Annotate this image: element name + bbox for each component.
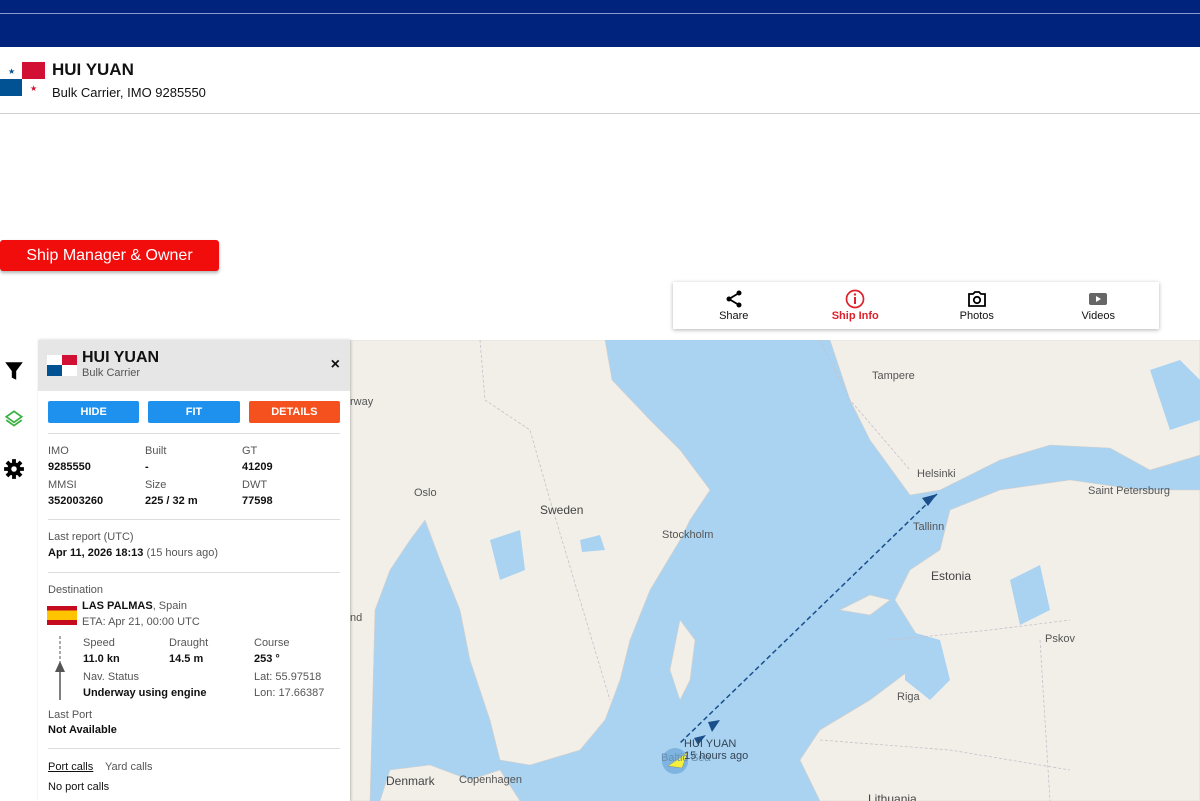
panel-ship-name: HUI YUAN bbox=[82, 349, 160, 366]
ship-map-age: 15 hours ago bbox=[684, 750, 749, 762]
panel-ship-type: Bulk Carrier bbox=[82, 367, 141, 379]
spain-flag-icon bbox=[47, 606, 77, 625]
draught-value: 14.5 m bbox=[169, 653, 204, 665]
map-label-riga: Riga bbox=[897, 691, 920, 703]
map-label-oslo: Oslo bbox=[414, 487, 437, 499]
layers-icon[interactable] bbox=[3, 408, 25, 430]
last-report-time: Apr 11, 2026 18:13 bbox=[48, 547, 144, 559]
map-label-tampere: Tampere bbox=[872, 370, 915, 382]
ship-header: ★ ★ HUI YUAN Bulk Carrier, IMO 9285550 bbox=[0, 47, 1200, 114]
imo-value: 9285550 bbox=[48, 461, 91, 473]
camera-icon bbox=[967, 291, 986, 307]
destination-value: LAS PALMAS, Spain bbox=[82, 600, 187, 612]
panel-header: HUI YUAN Bulk Carrier × bbox=[38, 340, 350, 391]
videos-button[interactable]: Videos bbox=[1038, 282, 1160, 329]
speed-value: 11.0 kn bbox=[83, 653, 120, 665]
details-button[interactable]: DETAILS bbox=[248, 401, 340, 423]
last-report-value: Apr 11, 2026 18:13 (15 hours ago) bbox=[48, 547, 218, 559]
map-label-tallinn: Tallinn bbox=[913, 521, 945, 533]
last-report-label: Last report (UTC) bbox=[48, 531, 134, 543]
ship-toolbar: Share Ship Info Photos Videos bbox=[673, 282, 1159, 329]
ship-name: HUI YUAN bbox=[52, 60, 134, 79]
share-button[interactable]: Share bbox=[673, 282, 795, 329]
dwt-label: DWT bbox=[242, 479, 268, 491]
map-label-denmark: Denmark bbox=[386, 774, 435, 788]
info-icon bbox=[845, 289, 865, 309]
video-icon bbox=[1089, 293, 1108, 305]
divider bbox=[48, 433, 340, 434]
nav-status-value: Underway using engine bbox=[83, 687, 207, 699]
divider bbox=[48, 572, 340, 573]
destination-label: Destination bbox=[48, 584, 104, 596]
ship-info-panel: HUI YUAN Bulk Carrier × HIDE FIT DETAILS… bbox=[38, 340, 350, 801]
tab-port-calls[interactable]: Port calls bbox=[48, 761, 93, 773]
lon-value: Lon: 17.66387 bbox=[254, 687, 325, 699]
built-label: Built bbox=[145, 445, 167, 457]
map-label-sweden: Sweden bbox=[540, 503, 584, 517]
course-label: Course bbox=[254, 637, 290, 649]
ship-manager-owner-button[interactable]: Ship Manager & Owner bbox=[0, 240, 219, 271]
course-value: 253 ° bbox=[254, 653, 280, 665]
photos-button[interactable]: Photos bbox=[916, 282, 1038, 329]
divider bbox=[48, 519, 340, 520]
last-port-label: Last Port bbox=[48, 709, 93, 721]
divider bbox=[48, 748, 340, 749]
share-icon bbox=[726, 290, 742, 308]
map-label-saint-petersburg: Saint Petersburg bbox=[1088, 485, 1170, 497]
map-land bbox=[350, 340, 1200, 801]
ship-subtitle: Bulk Carrier, IMO 9285550 bbox=[52, 85, 206, 100]
close-icon[interactable]: × bbox=[331, 356, 340, 374]
last-port-value: Not Available bbox=[48, 724, 117, 736]
ship-info-label: Ship Info bbox=[831, 310, 879, 322]
lat-value: Lat: 55.97518 bbox=[254, 671, 322, 683]
destination-country: , Spain bbox=[152, 600, 187, 612]
gear-icon[interactable] bbox=[3, 458, 25, 480]
destination-port: LAS PALMAS bbox=[82, 600, 153, 612]
gt-label: GT bbox=[242, 445, 258, 457]
map-sidebar bbox=[0, 340, 38, 801]
panama-flag-icon: ★ ★ bbox=[0, 62, 45, 96]
gt-value: 41209 bbox=[242, 461, 273, 473]
map-label-pskov: Pskov bbox=[1045, 633, 1075, 645]
ship-map-label[interactable]: HUI YUAN bbox=[684, 738, 736, 750]
fit-button[interactable]: FIT bbox=[148, 401, 240, 423]
nav-status-label: Nav. Status bbox=[83, 671, 140, 683]
map-label-nd: nd bbox=[350, 612, 363, 624]
course-arrow-icon bbox=[55, 636, 65, 700]
divider bbox=[0, 13, 1200, 14]
size-value: 225 / 32 m bbox=[145, 495, 198, 507]
videos-label: Videos bbox=[1081, 310, 1115, 322]
filter-icon[interactable] bbox=[3, 360, 25, 382]
share-label: Share bbox=[719, 310, 749, 322]
mmsi-value: 352003260 bbox=[48, 495, 104, 507]
top-bar bbox=[0, 0, 1200, 47]
dwt-value: 77598 bbox=[242, 495, 273, 507]
map-label-copenhagen: Copenhagen bbox=[459, 774, 523, 786]
no-port-calls-text: No port calls bbox=[48, 781, 110, 793]
last-report-ago: (15 hours ago) bbox=[146, 547, 219, 559]
speed-label: Speed bbox=[83, 637, 115, 649]
photos-label: Photos bbox=[959, 310, 994, 322]
tab-yard-calls[interactable]: Yard calls bbox=[105, 761, 152, 773]
imo-label: IMO bbox=[48, 445, 69, 457]
ship-info-button[interactable]: Ship Info bbox=[795, 282, 917, 329]
map-label-lithuania: Lithuania bbox=[868, 792, 917, 801]
map-label-norway: rway bbox=[350, 396, 374, 408]
draught-label: Draught bbox=[169, 637, 209, 649]
map[interactable]: rway Oslo Sweden Stockholm Tampere Helsi… bbox=[350, 340, 1200, 801]
map-label-stockholm: Stockholm bbox=[662, 529, 714, 541]
mmsi-label: MMSI bbox=[48, 479, 77, 491]
size-label: Size bbox=[145, 479, 167, 491]
map-label-helsinki: Helsinki bbox=[917, 468, 956, 480]
built-value: - bbox=[145, 461, 149, 473]
panama-flag-icon bbox=[47, 355, 77, 376]
hide-button[interactable]: HIDE bbox=[48, 401, 140, 423]
eta-value: ETA: Apr 21, 00:00 UTC bbox=[82, 616, 200, 628]
map-label-estonia: Estonia bbox=[931, 569, 972, 583]
